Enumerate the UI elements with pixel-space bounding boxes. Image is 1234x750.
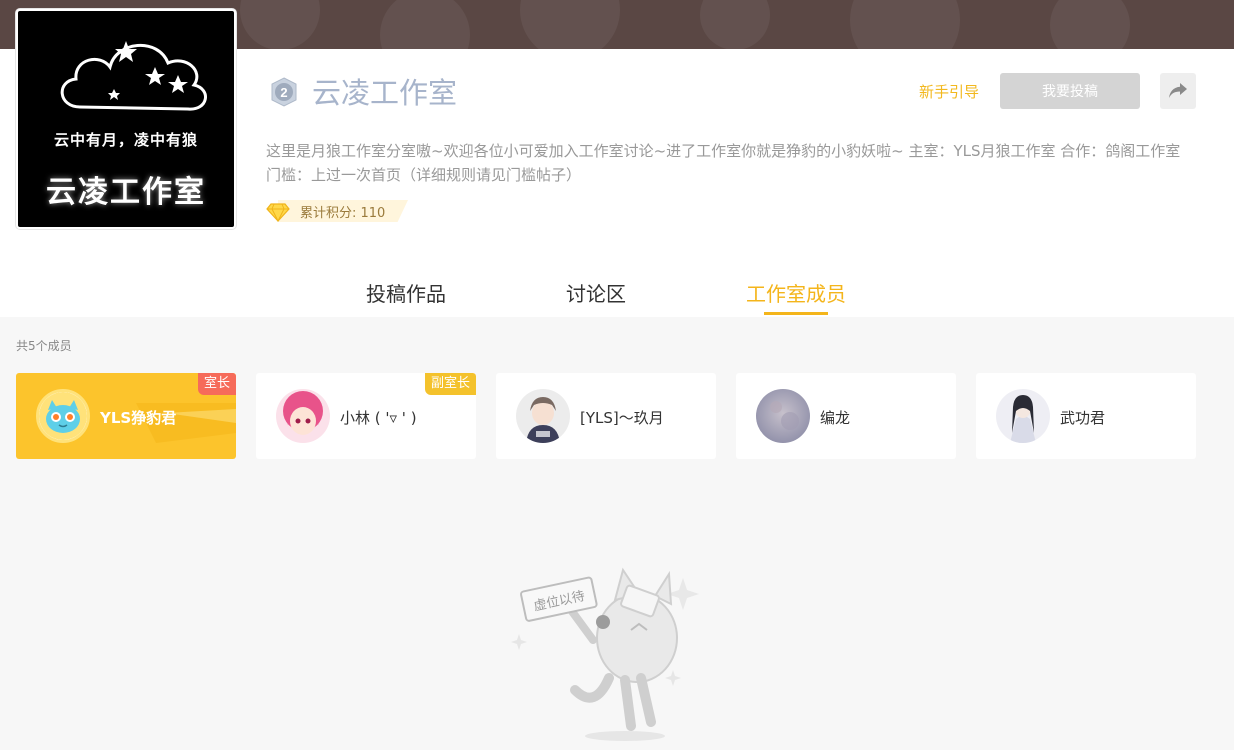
member-name: [YLS]～玖月: [580, 409, 664, 427]
avatar: [756, 389, 810, 443]
member-name: 小林 ( '▿ ' ): [340, 409, 417, 427]
member-avatar-image: [996, 389, 1050, 443]
avatar: [276, 389, 330, 443]
member-card[interactable]: 武功君: [976, 373, 1196, 459]
tab-submissions[interactable]: 投稿作品: [366, 278, 446, 307]
member-card[interactable]: [YLS]～玖月: [496, 373, 716, 459]
avatar: [36, 389, 90, 443]
member-avatar-image: [276, 389, 330, 443]
logo-name: 云凌工作室: [46, 175, 206, 210]
score-label: 累计积分: 110: [300, 206, 386, 221]
logo-motto: 云中有月，凌中有狼: [53, 131, 198, 149]
share-icon: [1169, 83, 1187, 98]
level-badge-icon: 2: [271, 77, 297, 107]
member-name: 武功君: [1060, 409, 1106, 427]
submit-work-button[interactable]: 我要投稿: [1000, 73, 1140, 109]
beginner-guide-link[interactable]: 新手引导: [919, 81, 979, 102]
studio-description: 这里是月狼工作室分室嗷~欢迎各位小可爱加入工作室讨论~进了工作室你就是狰豹的小豹…: [266, 142, 1181, 184]
member-card[interactable]: 编龙: [736, 373, 956, 459]
role-badge-vice-owner: 副室长: [424, 373, 476, 395]
empty-placeholder-illustration: 虚位以待: [511, 567, 699, 741]
role-badge-owner: 室长: [197, 373, 236, 395]
avatar: [516, 389, 570, 443]
avatar: [996, 389, 1050, 443]
member-card-vice-owner[interactable]: 小林 ( '▿ ' ) 副室长: [256, 373, 476, 459]
studio-logo: 云中有月，凌中有狼 云凌工作室: [16, 9, 236, 229]
tab-bar: 投稿作品 讨论区 工作室成员: [0, 260, 1234, 317]
studio-title: 云凌工作室: [312, 76, 458, 110]
diamond-icon: [266, 203, 290, 223]
share-button[interactable]: [1160, 73, 1196, 109]
member-avatar-image: [516, 389, 570, 443]
owner-avatar-image: [39, 392, 87, 440]
member-name: 编龙: [820, 409, 851, 427]
member-avatar-image: [756, 389, 810, 443]
member-count: 共5个成员: [16, 339, 72, 353]
member-name: YLS狰豹君: [100, 409, 177, 427]
tab-members[interactable]: 工作室成员: [746, 278, 846, 307]
active-tab-indicator: [764, 312, 828, 315]
member-card-owner[interactable]: YLS狰豹君 室长: [16, 373, 236, 459]
tab-discussion[interactable]: 讨论区: [566, 278, 626, 307]
svg-text:2: 2: [280, 85, 287, 100]
cloud-stars-icon: [60, 41, 207, 111]
